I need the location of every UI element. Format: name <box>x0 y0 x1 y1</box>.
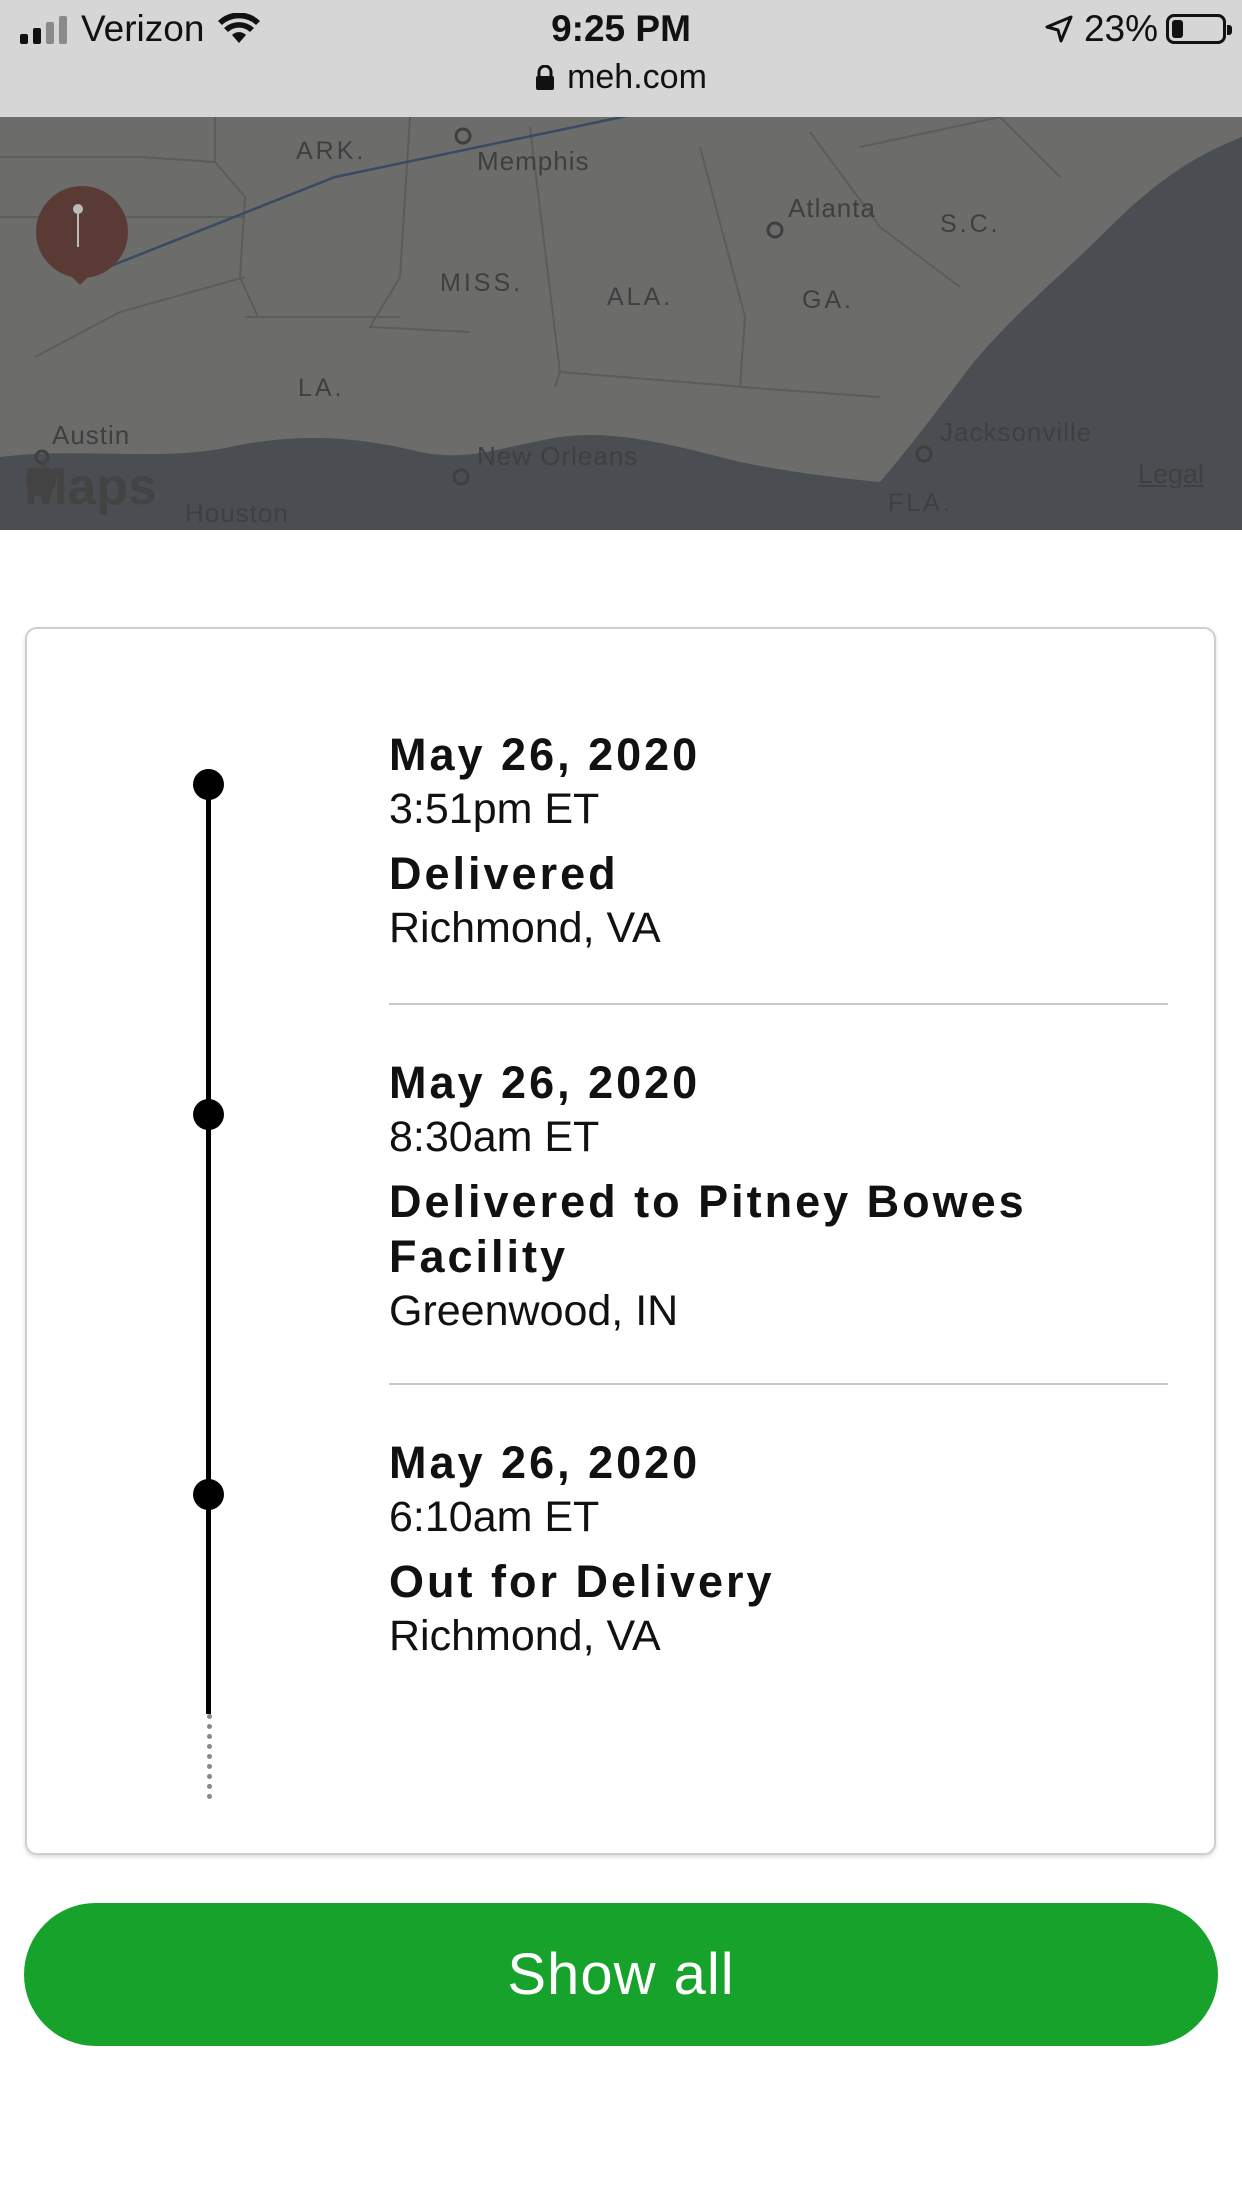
tracking-event: May 26, 2020 6:10am ET Out for Delivery … <box>389 1435 1169 1663</box>
status-bar-right: 23% <box>1044 8 1232 50</box>
tracking-event: May 26, 2020 8:30am ET Delivered to Pitn… <box>389 1055 1169 1338</box>
event-time: 6:10am ET <box>389 1493 600 1541</box>
timeline-continuation <box>207 1714 212 1799</box>
map-state-label: LA. <box>298 374 345 402</box>
map-city-label: Memphis <box>477 146 590 176</box>
map-state-label: FLA. <box>888 489 953 517</box>
map-city-label: Atlanta <box>788 193 876 223</box>
apple-logo-icon <box>26 459 56 496</box>
url-bar[interactable]: meh.com <box>0 58 1242 97</box>
timeline-line <box>206 784 211 1714</box>
location-arrow-icon <box>1045 15 1073 43</box>
event-time: 8:30am ET <box>389 1113 600 1161</box>
map-view[interactable]: ARK. MISS. ALA. GA. S.C. LA. FLA. Memphi… <box>0 117 1242 530</box>
timeline-dot <box>193 1099 224 1130</box>
event-status: Out for Delivery <box>389 1556 775 1607</box>
map-state-label: ALA. <box>607 283 674 311</box>
map-state-label: GA. <box>802 286 855 314</box>
battery-icon <box>1166 14 1232 44</box>
event-date: May 26, 2020 <box>389 1437 701 1488</box>
event-date: May 26, 2020 <box>389 1057 701 1108</box>
map-city-label: Houston <box>185 498 289 528</box>
lock-icon <box>536 64 555 90</box>
event-location: Richmond, VA <box>389 904 661 952</box>
map-state-label: ARK. <box>296 137 367 165</box>
status-bar: Verizon 9:25 PM 23% meh.com <box>0 0 1242 117</box>
url-text: meh.com <box>567 58 707 96</box>
event-time: 3:51pm ET <box>389 785 600 833</box>
map-city-label: Austin <box>52 420 131 450</box>
show-all-button[interactable]: Show all <box>24 1903 1218 2046</box>
map-state-label: S.C. <box>940 210 1001 238</box>
event-date: May 26, 2020 <box>389 729 701 780</box>
event-location: Greenwood, IN <box>389 1287 679 1335</box>
map-legal-link[interactable]: Legal <box>1138 459 1204 490</box>
map-city-label: New Orleans <box>477 441 639 471</box>
event-divider <box>389 1383 1168 1385</box>
event-status: Delivered to Pitney Bowes Facility <box>389 1176 1027 1282</box>
map-pin-icon <box>36 186 128 285</box>
timeline-dot <box>193 769 224 800</box>
map-city-label: Jacksonville <box>940 417 1093 447</box>
maps-logo: Maps <box>24 457 157 517</box>
event-divider <box>389 1003 1168 1005</box>
battery-fill <box>1172 20 1184 38</box>
timeline-dot <box>193 1479 224 1510</box>
event-status: Delivered <box>389 848 619 899</box>
tracking-event: May 26, 2020 3:51pm ET Delivered Richmon… <box>389 727 1169 955</box>
tracking-card: May 26, 2020 3:51pm ET Delivered Richmon… <box>25 627 1216 1855</box>
map-state-label: MISS. <box>440 269 524 297</box>
event-location: Richmond, VA <box>389 1612 661 1660</box>
battery-percent: 23% <box>1083 8 1158 49</box>
